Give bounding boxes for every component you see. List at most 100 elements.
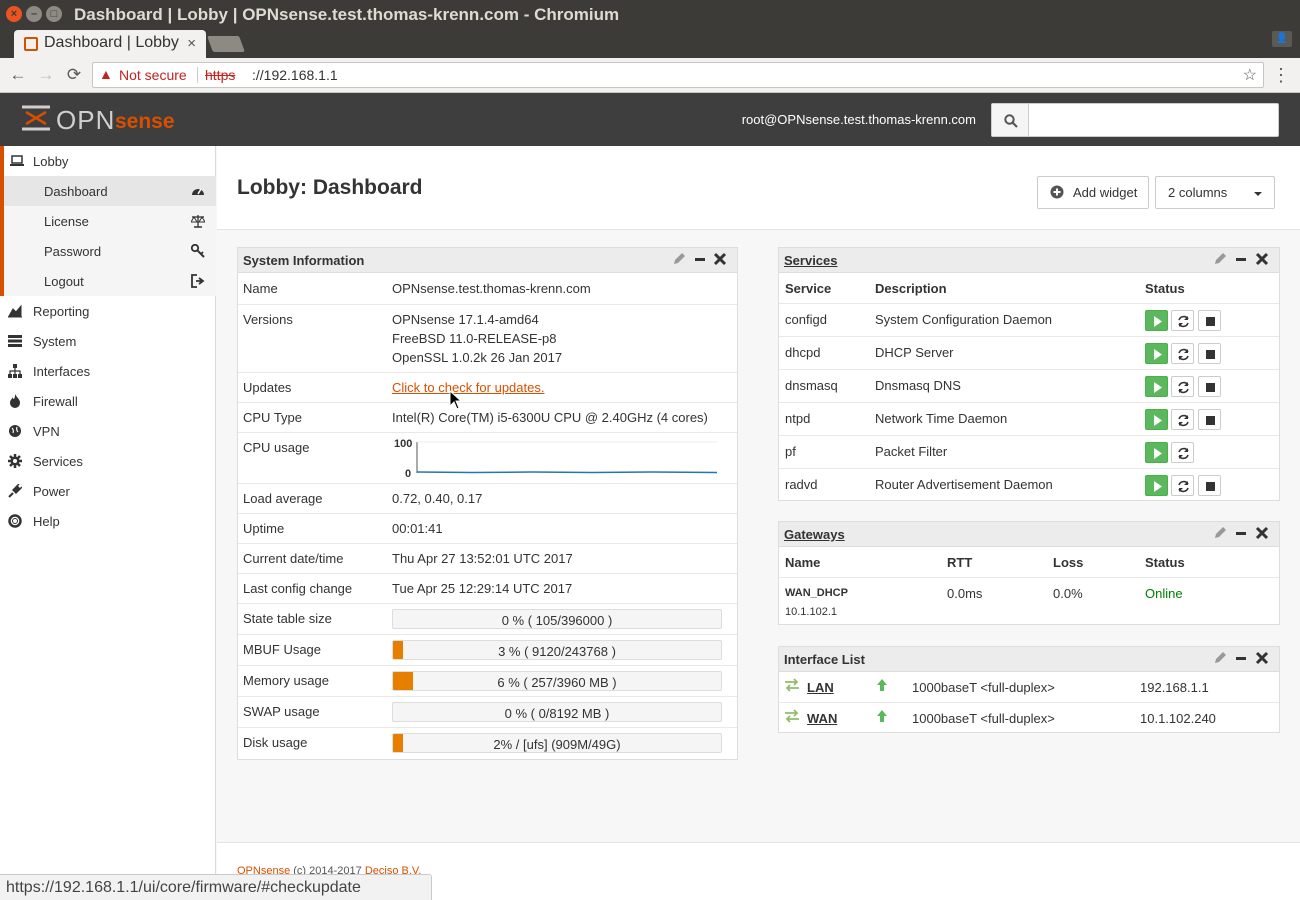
service-description: Router Advertisement Daemon <box>875 477 1053 492</box>
pencil-icon[interactable] <box>672 252 686 266</box>
interface-name-link[interactable]: LAN <box>807 680 834 695</box>
service-row: dnsmasq Dnsmasq DNS <box>779 369 1279 402</box>
bookmark-star-icon[interactable]: ☆ <box>1243 65 1257 85</box>
window-maximize-button[interactable]: □ <box>46 6 62 22</box>
service-stop-button[interactable] <box>1198 409 1221 430</box>
service-start-button[interactable] <box>1145 475 1168 496</box>
search-button[interactable] <box>991 103 1029 137</box>
pencil-icon[interactable] <box>1213 651 1227 665</box>
service-start-button[interactable] <box>1145 343 1168 364</box>
service-start-button[interactable] <box>1145 376 1168 397</box>
sidebar-item-dashboard[interactable]: Dashboard <box>0 176 216 206</box>
row-label: Disk usage <box>243 735 308 750</box>
column-header: RTT <box>947 555 973 570</box>
key-icon <box>191 244 205 258</box>
url-host: ://192.168.1.1 <box>252 67 338 83</box>
check-updates-link[interactable]: Click to check for updates. <box>392 378 544 397</box>
service-description: Packet Filter <box>875 444 948 459</box>
page-title: Lobby: Dashboard <box>237 176 423 199</box>
widget-header[interactable]: Services <box>779 248 1279 273</box>
address-bar[interactable]: ▲ Not secure https ://192.168.1.1 ☆ <box>92 62 1264 88</box>
service-restart-button[interactable] <box>1171 409 1194 430</box>
opnsense-logo[interactable]: OPN sense <box>20 104 180 136</box>
warning-icon: ▲ <box>99 66 113 82</box>
sidebar-item-services[interactable]: Services <box>0 446 216 476</box>
widget-header[interactable]: System Information <box>238 248 737 273</box>
service-description: System Configuration Daemon <box>875 312 1053 327</box>
widget-header[interactable]: Interface List <box>779 647 1279 672</box>
service-restart-button[interactable] <box>1171 442 1194 463</box>
close-icon[interactable] <box>1255 651 1269 665</box>
browser-tab[interactable]: Dashboard | Lobby | OPNsense.test.thomas… <box>14 30 206 58</box>
arrow-up-icon <box>875 678 889 695</box>
gateway-ip: 10.1.102.1 <box>785 606 837 618</box>
service-restart-button[interactable] <box>1171 475 1194 496</box>
widget-header[interactable]: Gateways <box>779 522 1279 547</box>
service-name: ntpd <box>785 411 811 426</box>
tab-close-button[interactable]: × <box>187 35 196 52</box>
search-input[interactable] <box>1029 103 1279 137</box>
search-icon <box>1004 114 1018 128</box>
sidebar-item-password[interactable]: Password <box>0 236 216 266</box>
minimize-icon[interactable] <box>1234 651 1248 665</box>
interface-name-link[interactable]: WAN <box>807 711 837 726</box>
sidebar-item-firewall[interactable]: Firewall <box>0 386 216 416</box>
close-icon[interactable] <box>1255 526 1269 540</box>
service-stop-button[interactable] <box>1198 310 1221 331</box>
interface-media: 1000baseT <full-duplex> <box>912 711 1055 726</box>
refresh-icon <box>1178 447 1189 460</box>
address-separator <box>197 67 198 83</box>
service-start-button[interactable] <box>1145 442 1168 463</box>
reload-button[interactable]: ⟳ <box>62 63 86 87</box>
service-restart-button[interactable] <box>1171 343 1194 364</box>
profile-icon[interactable]: 👤 <box>1272 31 1292 47</box>
minimize-icon[interactable] <box>693 252 707 266</box>
sysinfo-row-uptime: Uptime 00:01:41 <box>238 513 737 543</box>
service-stop-button[interactable] <box>1198 376 1221 397</box>
service-start-button[interactable] <box>1145 310 1168 331</box>
close-icon[interactable] <box>1255 252 1269 266</box>
service-row: ntpd Network Time Daemon <box>779 402 1279 435</box>
life-ring-icon <box>8 514 22 528</box>
window-title: Dashboard | Lobby | OPNsense.test.thomas… <box>74 5 620 24</box>
sidebar-item-vpn[interactable]: VPN <box>0 416 216 446</box>
service-restart-button[interactable] <box>1171 310 1194 331</box>
minimize-icon[interactable] <box>1234 526 1248 540</box>
close-icon[interactable] <box>713 252 727 266</box>
sidebar-item-power[interactable]: Power <box>0 476 216 506</box>
sidebar-item-label: Lobby <box>33 154 69 169</box>
widget-title[interactable]: Services <box>784 253 838 268</box>
pencil-icon[interactable] <box>1213 526 1227 540</box>
sidebar-item-lobby[interactable]: Lobby <box>0 146 216 176</box>
columns-select[interactable]: 2 columns <box>1155 176 1275 209</box>
row-label: Name <box>243 281 278 296</box>
play-icon <box>1154 415 1162 426</box>
service-restart-button[interactable] <box>1171 376 1194 397</box>
logo-opn-text: OPN <box>56 105 116 135</box>
add-widget-button[interactable]: Add widget <box>1037 176 1149 209</box>
sidebar-item-reporting[interactable]: Reporting <box>0 296 216 326</box>
refresh-icon <box>1178 414 1189 427</box>
stop-icon <box>1206 350 1215 359</box>
gateway-row: WAN_DHCP 10.1.102.1 0.0ms 0.0% Online <box>779 577 1279 625</box>
service-stop-button[interactable] <box>1198 343 1221 364</box>
sidebar-item-interfaces[interactable]: Interfaces <box>0 356 216 386</box>
service-start-button[interactable] <box>1145 409 1168 430</box>
minimize-icon[interactable] <box>1234 252 1248 266</box>
browser-menu-icon[interactable]: ⋮ <box>1272 64 1290 86</box>
widget-title[interactable]: Gateways <box>784 527 845 542</box>
service-stop-button[interactable] <box>1198 475 1221 496</box>
back-button[interactable]: ← <box>6 63 30 87</box>
sidebar-item-help[interactable]: Help <box>0 506 216 536</box>
plus-circle-icon <box>1050 185 1064 199</box>
pencil-icon[interactable] <box>1213 252 1227 266</box>
forward-button[interactable]: → <box>34 63 58 87</box>
window-close-button[interactable]: × <box>6 6 22 22</box>
new-tab-button[interactable] <box>207 36 245 52</box>
sidebar-item-system[interactable]: System <box>0 326 216 356</box>
sidebar-item-license[interactable]: License <box>0 206 216 236</box>
logo-sense-text: sense <box>115 110 175 133</box>
sidebar-item-logout[interactable]: Logout <box>0 266 216 296</box>
window-minimize-button[interactable]: – <box>26 6 42 22</box>
security-label[interactable]: Not secure <box>119 67 187 83</box>
